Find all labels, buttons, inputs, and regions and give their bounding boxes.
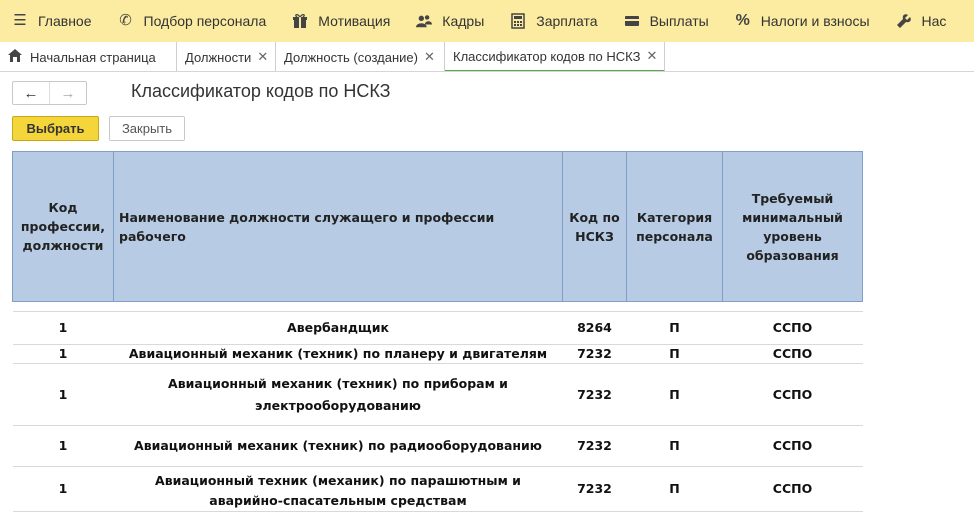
cell-nskz: 7232 — [562, 344, 627, 364]
cell-name-line: Авиационный техник (механик) по парашютн… — [155, 473, 521, 488]
cell-education: ССПО — [722, 311, 863, 345]
table-spacer-row — [12, 301, 863, 312]
table-header-row: Код профессии, должности Наименование до… — [12, 151, 863, 302]
tab-position-create[interactable]: Должность (создание) ✕ — [276, 42, 445, 71]
cell-code: 1 — [12, 344, 114, 364]
cell-name: Авиационный техник (механик) по парашютн… — [113, 466, 563, 512]
history-nav: ← → — [12, 81, 87, 105]
wallet-icon — [624, 13, 640, 29]
menu-item-label: Нас — [921, 13, 947, 29]
menu-item-recruitment[interactable]: ✆ Подбор персонала — [106, 0, 281, 42]
menu-item-label: Выплаты — [649, 13, 709, 29]
table-row[interactable]: 1 Авиационный механик (техник) по радиоо… — [12, 425, 863, 467]
cell-name: Авиационный механик (техник) по планеру … — [113, 344, 563, 364]
gift-icon — [292, 13, 308, 29]
cell-nskz: 7232 — [562, 363, 627, 426]
cell-name: Авербандщик — [113, 311, 563, 345]
cell-name-line: электрооборудованию — [255, 397, 421, 413]
cell-education: ССПО — [722, 425, 863, 467]
menu-item-label: Главное — [38, 13, 92, 29]
wrench-icon — [896, 13, 912, 29]
spacer-cell — [12, 301, 863, 312]
page-title: Классификатор кодов по НСКЗ — [131, 81, 391, 101]
people-icon — [416, 13, 433, 29]
tab-positions[interactable]: Должности ✕ — [177, 42, 276, 71]
tab-home[interactable]: Начальная страница — [0, 42, 177, 71]
percent-icon: % — [735, 12, 750, 29]
cell-nskz: 7232 — [562, 425, 627, 467]
table-row[interactable]: 1 Авиационный техник (механик) по парашю… — [12, 466, 863, 512]
close-icon[interactable]: ✕ — [257, 49, 268, 65]
column-header-nskz[interactable]: Код по НСКЗ — [562, 151, 627, 302]
cell-education: ССПО — [722, 466, 863, 512]
tab-label: Должность (создание) — [284, 49, 418, 65]
tab-label: Должности — [185, 49, 252, 65]
close-icon[interactable]: ✕ — [424, 49, 435, 65]
menu-item-label: Кадры — [442, 13, 485, 29]
forward-button[interactable]: → — [49, 82, 86, 104]
table-row[interactable]: 1 Авербандщик 8264 П ССПО — [12, 311, 863, 345]
cell-name-line: Авиационный механик (техник) по приборам… — [168, 375, 508, 391]
cell-name-line: аварийно-спасательным средствам — [209, 493, 467, 508]
column-header-category[interactable]: Категория персонала — [626, 151, 723, 302]
classifier-table: Код профессии, должности Наименование до… — [12, 151, 863, 512]
cell-category: П — [626, 425, 723, 467]
menu-item-main[interactable]: ☰ Главное — [0, 0, 106, 42]
cell-category: П — [626, 363, 723, 426]
table-row[interactable]: 1 Авиационный механик (техник) по прибор… — [12, 363, 863, 426]
menu-item-settings[interactable]: Нас — [884, 0, 961, 42]
tab-label: Начальная страница — [30, 49, 156, 65]
cell-nskz: 7232 — [562, 466, 627, 512]
cell-code: 1 — [12, 466, 114, 512]
cell-education: ССПО — [722, 363, 863, 426]
tab-label: Классификатор кодов по НСКЗ — [453, 48, 641, 64]
cell-category: П — [626, 344, 723, 364]
top-menu-bar: ☰ Главное ✆ Подбор персонала Мотивация К… — [0, 0, 974, 42]
cell-code: 1 — [12, 363, 114, 426]
calculator-icon — [510, 13, 526, 29]
close-icon[interactable]: ✕ — [646, 48, 657, 64]
arrow-left-icon: ← — [23, 84, 39, 102]
cell-education: ССПО — [722, 344, 863, 364]
select-button[interactable]: Выбрать — [12, 116, 99, 141]
cell-name: Авиационный механик (техник) по радиообо… — [113, 425, 563, 467]
menu-item-label: Мотивация — [318, 13, 391, 29]
cell-code: 1 — [12, 311, 114, 345]
menu-item-salary[interactable]: Зарплата — [498, 0, 611, 42]
arrow-right-icon: → — [60, 84, 76, 102]
column-header-education[interactable]: Требуемый минимальный уровень образовани… — [722, 151, 863, 302]
menu-item-label: Налоги и взносы — [760, 13, 870, 29]
cell-category: П — [626, 466, 723, 512]
back-button[interactable]: ← — [13, 82, 49, 104]
cell-name: Авиационный механик (техник) по приборам… — [113, 363, 563, 426]
tab-nskz-classifier[interactable]: Классификатор кодов по НСКЗ ✕ — [445, 42, 665, 71]
cell-nskz: 8264 — [562, 311, 627, 345]
column-header-code[interactable]: Код профессии, должности — [12, 151, 114, 302]
hamburger-icon: ☰ — [13, 12, 27, 29]
menu-item-label: Подбор персонала — [143, 13, 267, 29]
tab-strip: Начальная страница Должности ✕ Должность… — [0, 42, 974, 72]
column-header-name[interactable]: Наименование должности служащего и профе… — [113, 151, 563, 302]
phone-icon: ✆ — [119, 12, 132, 29]
menu-item-taxes[interactable]: % Налоги и взносы — [723, 0, 884, 42]
cell-code: 1 — [12, 425, 114, 467]
cell-category: П — [626, 311, 723, 345]
home-icon — [8, 49, 22, 65]
menu-item-payments[interactable]: Выплаты — [612, 0, 723, 42]
menu-item-label: Зарплата — [536, 13, 598, 29]
menu-item-motivation[interactable]: Мотивация — [280, 0, 404, 42]
menu-item-personnel[interactable]: Кадры — [404, 0, 498, 42]
table-row[interactable]: 1 Авиационный механик (техник) по планер… — [12, 344, 863, 364]
close-button[interactable]: Закрыть — [109, 116, 185, 141]
